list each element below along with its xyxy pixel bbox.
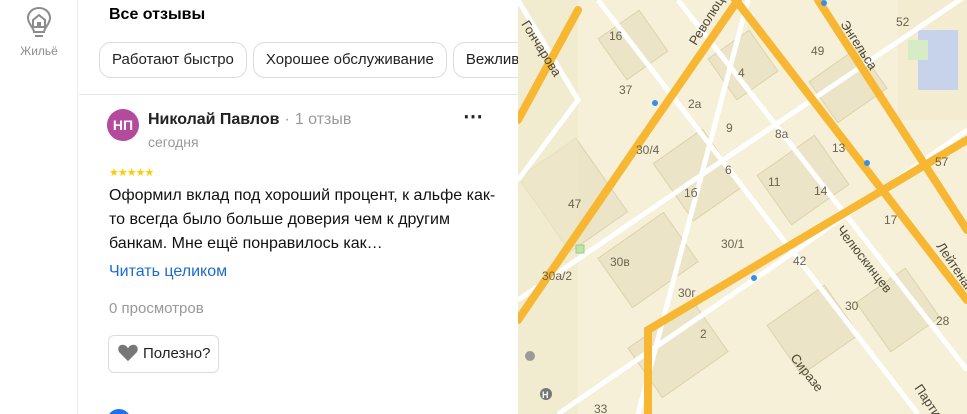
house-pin-icon [26, 6, 52, 37]
review-author-line: Николай Павлов · 1 отзыв [148, 111, 351, 129]
house-number: 37 [619, 83, 633, 97]
house-number: 1б [684, 186, 698, 200]
filter-chips: Работают быстро Хорошее обслуживание Вежли… [99, 42, 518, 78]
house-number: 33 [594, 402, 608, 414]
house-number: 16 [609, 29, 623, 43]
house-number: 4 [738, 66, 745, 80]
separator-dot: · [284, 111, 290, 128]
house-number: 30/4 [636, 143, 660, 157]
house-number: 8а [775, 127, 789, 141]
house-number: 49 [811, 44, 825, 58]
house-number: 30а/2 [542, 269, 572, 283]
helpful-button[interactable]: Полезно? [108, 335, 220, 373]
views-count: 0 просмотров [109, 300, 204, 317]
house-number: 47 [568, 197, 582, 211]
house-number: 2а [688, 97, 702, 111]
reviews-panel: Все отзывы Работают быстро Хорошее обслуж… [79, 0, 518, 414]
house-number: 30г [678, 286, 696, 300]
avatar[interactable]: НП [107, 109, 139, 141]
chip-fast[interactable]: Работают быстро [99, 42, 247, 78]
author-review-count: 1 отзыв [294, 111, 352, 128]
house-number: 14 [814, 184, 828, 198]
house-number: 42 [793, 254, 807, 268]
house-number: 30 [845, 299, 859, 313]
house-number: 28 [936, 314, 950, 328]
house-number: 13 [832, 141, 846, 155]
divider [79, 94, 518, 95]
review-date: сегодня [148, 134, 199, 150]
review-text: Оформил вклад под хороший процент, к аль… [109, 187, 496, 252]
chip-polite[interactable]: Вежливые сотрудники [452, 42, 518, 78]
left-rail: Жильё [0, 0, 78, 414]
house-number: 52 [896, 15, 910, 29]
svg-text:H: H [542, 390, 549, 400]
rating-stars: ★★★★★ [109, 167, 154, 179]
house-number: 30в [610, 255, 630, 269]
page-title: Все отзывы [109, 6, 206, 23]
heart-icon [118, 344, 138, 362]
house-number: 6 [725, 163, 732, 177]
house-number: 30/1 [721, 237, 745, 251]
house-number: 11 [768, 175, 781, 189]
map-canvas[interactable]: H Революционная Энгельса Гончарова Челюс… [518, 0, 967, 414]
house-number: 17 [884, 213, 898, 227]
street-label: Челюскинцев [834, 223, 896, 296]
avatar[interactable] [107, 409, 131, 414]
house-number: 57 [935, 155, 949, 169]
house-number: 2 [700, 327, 707, 341]
review-author[interactable]: Николай Павлов [148, 111, 280, 128]
chip-service[interactable]: Хорошее обслуживание [252, 42, 447, 78]
more-options-icon[interactable]: ⋯ [463, 107, 485, 131]
read-more-link[interactable]: Читать целиком [109, 263, 227, 281]
helpful-label: Полезно? [143, 345, 211, 362]
rail-item-housing[interactable]: Жильё [0, 6, 78, 58]
rail-item-label: Жильё [20, 44, 58, 58]
house-number: 9 [726, 121, 733, 135]
map-view[interactable]: H Революционная Энгельса Гончарова Челюс… [518, 0, 967, 414]
